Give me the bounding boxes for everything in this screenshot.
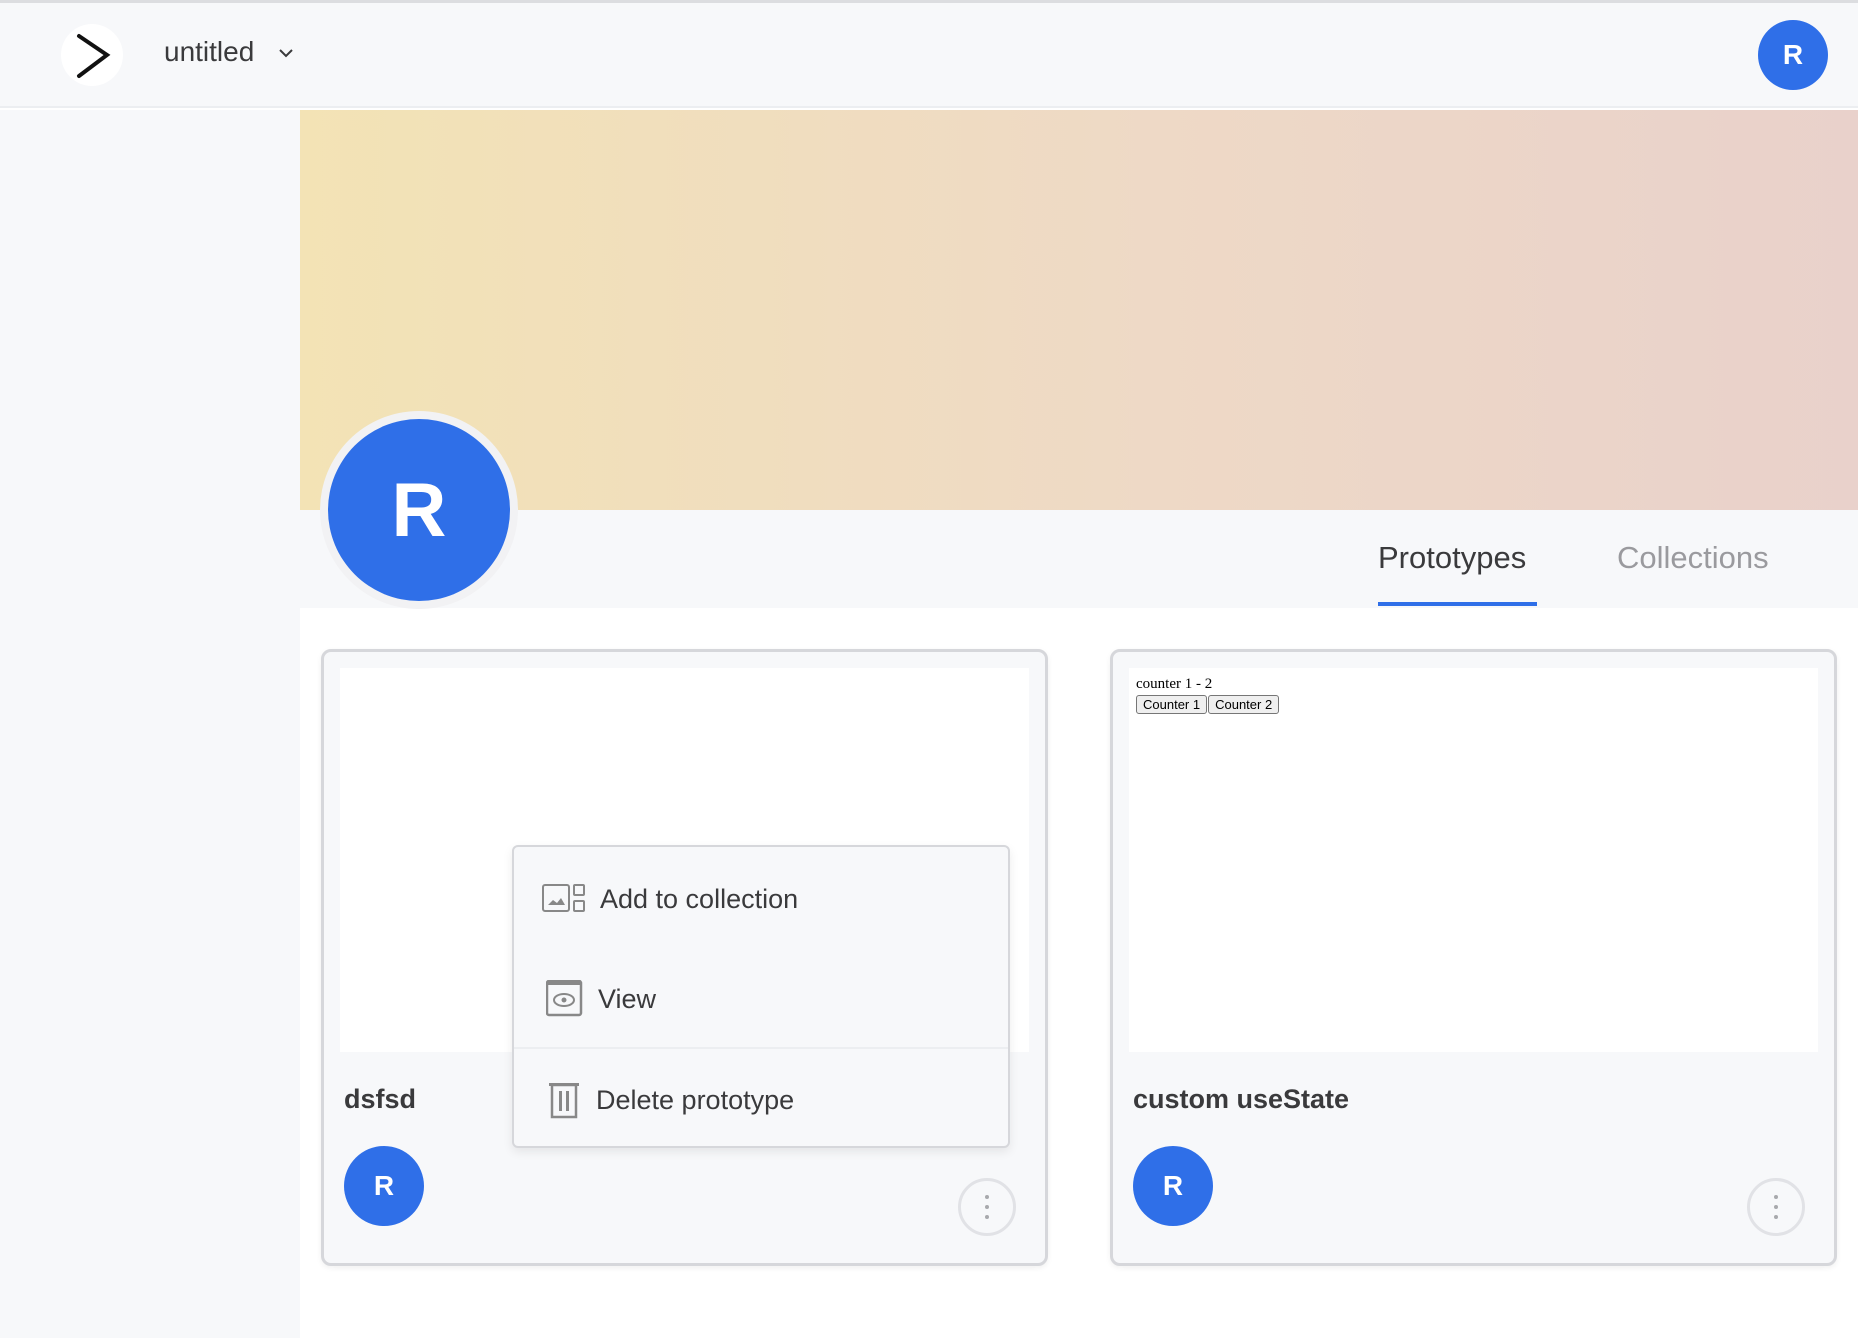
add-collection-icon: [542, 884, 585, 912]
project-title[interactable]: untitled: [164, 36, 254, 68]
view-icon: [546, 980, 583, 1017]
author-avatar: R: [344, 1146, 424, 1226]
menu-item-label: View: [598, 983, 657, 1014]
context-menu: Add to collection View Delete prototype: [512, 845, 1010, 1148]
trash-icon: [549, 1083, 579, 1119]
tab-collections[interactable]: Collections: [1617, 540, 1769, 576]
dot: [1774, 1205, 1778, 1209]
card-title: dsfsd: [344, 1084, 417, 1114]
more-options-button[interactable]: [958, 1178, 1016, 1236]
dot: [985, 1205, 989, 1209]
tab-prototypes[interactable]: Prototypes: [1378, 540, 1526, 576]
more-options-button[interactable]: [1747, 1178, 1805, 1236]
prototype-card[interactable]: counter 1 - 2 Counter 1 Counter 2 custom…: [1110, 649, 1837, 1266]
menu-divider: [514, 1047, 1008, 1049]
menu-item-label: Delete prototype: [596, 1084, 795, 1115]
logo[interactable]: [61, 24, 123, 86]
preview-button: Counter 1: [1136, 695, 1208, 714]
dot: [985, 1195, 989, 1199]
profile-avatar-initial: R: [328, 419, 510, 601]
chevron-down-icon[interactable]: [278, 46, 294, 64]
menu-item-view[interactable]: View: [514, 959, 1008, 1039]
user-avatar[interactable]: R: [1758, 20, 1828, 90]
active-tab-indicator: [1378, 602, 1537, 606]
dot: [985, 1215, 989, 1219]
menu-item-label: Add to collection: [600, 883, 799, 914]
card-title: custom useState: [1133, 1084, 1350, 1114]
dot: [1774, 1195, 1778, 1199]
profile-banner: [300, 110, 1858, 510]
sidebar: [0, 110, 300, 1338]
menu-item-delete-prototype[interactable]: Delete prototype: [514, 1060, 1008, 1140]
logo-icon: [77, 34, 111, 78]
dot: [1774, 1215, 1778, 1219]
menu-item-add-to-collection[interactable]: Add to collection: [514, 859, 1008, 939]
preview-button: Counter 2: [1208, 695, 1280, 714]
profile-avatar: R: [320, 411, 518, 609]
author-avatar: R: [1133, 1146, 1213, 1226]
card-preview[interactable]: counter 1 - 2 Counter 1 Counter 2: [1129, 668, 1818, 1052]
preview-text: counter 1 - 2: [1136, 676, 1213, 692]
